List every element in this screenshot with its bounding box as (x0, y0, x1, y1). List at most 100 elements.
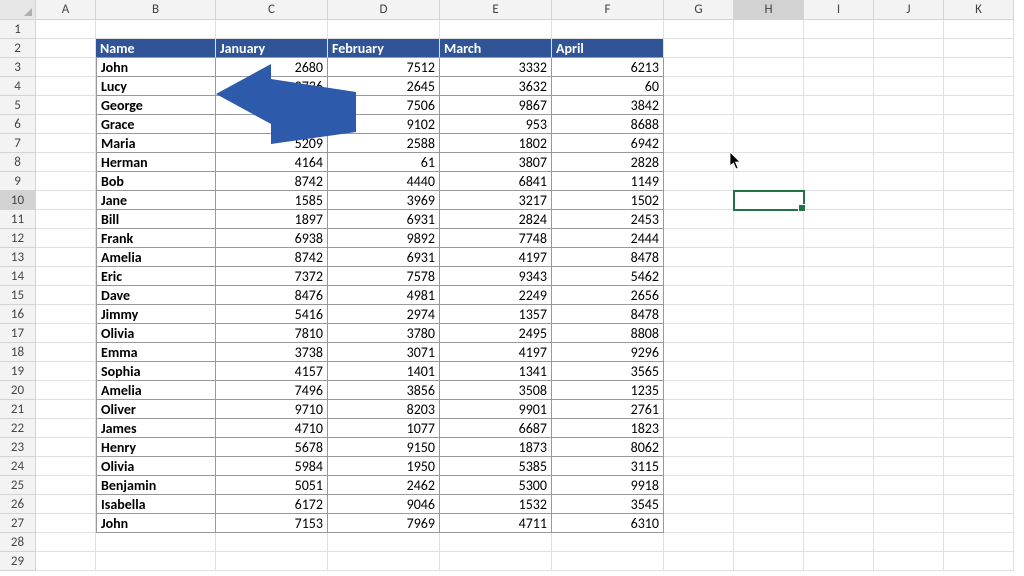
cell-I23[interactable] (804, 438, 874, 457)
table-value-cell[interactable]: 4440 (328, 172, 440, 191)
table-value-cell[interactable]: 9343 (440, 267, 552, 286)
cell-J16[interactable] (874, 305, 944, 324)
cell-A22[interactable] (36, 419, 96, 438)
table-value-cell[interactable]: 1950 (328, 457, 440, 476)
row-header-10[interactable]: 10 (0, 191, 36, 210)
cell-A10[interactable] (36, 191, 96, 210)
cell-K4[interactable] (944, 77, 1014, 96)
table-value-cell[interactable]: 3071 (328, 343, 440, 362)
cell-J1[interactable] (874, 20, 944, 39)
table-value-cell[interactable]: 6841 (440, 172, 552, 191)
cell-K14[interactable] (944, 267, 1014, 286)
cell-H8[interactable] (734, 153, 804, 172)
cell-F1[interactable] (552, 20, 664, 39)
table-value-cell[interactable]: 6938 (216, 229, 328, 248)
table-name-cell[interactable]: Frank (96, 229, 216, 248)
cell-I28[interactable] (804, 533, 874, 552)
row-header-18[interactable]: 18 (0, 343, 36, 362)
table-value-cell[interactable]: 5300 (440, 476, 552, 495)
cell-G23[interactable] (664, 438, 734, 457)
row-header-3[interactable]: 3 (0, 58, 36, 77)
col-header-J[interactable]: J (874, 0, 944, 20)
table-value-cell[interactable]: 9296 (552, 343, 664, 362)
cell-J22[interactable] (874, 419, 944, 438)
table-value-cell[interactable]: 7578 (328, 267, 440, 286)
table-value-cell[interactable]: 8742 (216, 172, 328, 191)
cell-K13[interactable] (944, 248, 1014, 267)
table-value-cell[interactable]: 5385 (440, 457, 552, 476)
cell-J24[interactable] (874, 457, 944, 476)
table-value-cell[interactable]: 3565 (552, 362, 664, 381)
cell-A9[interactable] (36, 172, 96, 191)
table-value-cell[interactable]: 2495 (440, 324, 552, 343)
cell-G21[interactable] (664, 400, 734, 419)
cell-K10[interactable] (944, 191, 1014, 210)
table-name-cell[interactable]: Herman (96, 153, 216, 172)
cell-C29[interactable] (216, 552, 328, 571)
cell-J12[interactable] (874, 229, 944, 248)
table-value-cell[interactable]: 2824 (440, 210, 552, 229)
cell-A12[interactable] (36, 229, 96, 248)
cell-A24[interactable] (36, 457, 96, 476)
cell-A21[interactable] (36, 400, 96, 419)
cell-A4[interactable] (36, 77, 96, 96)
cell-I5[interactable] (804, 96, 874, 115)
table-value-cell[interactable]: 1077 (328, 419, 440, 438)
table-value-cell[interactable]: 3738 (216, 343, 328, 362)
table-name-cell[interactable]: George (96, 96, 216, 115)
cell-A11[interactable] (36, 210, 96, 229)
cell-G11[interactable] (664, 210, 734, 229)
cell-J2[interactable] (874, 39, 944, 58)
col-header-F[interactable]: F (552, 0, 664, 20)
table-value-cell[interactable]: 6687 (440, 419, 552, 438)
table-header-january[interactable]: January (216, 39, 328, 58)
table-name-cell[interactable]: Bill (96, 210, 216, 229)
cell-K3[interactable] (944, 58, 1014, 77)
cell-G9[interactable] (664, 172, 734, 191)
table-value-cell[interactable]: 2974 (328, 305, 440, 324)
table-value-cell[interactable]: 6931 (328, 248, 440, 267)
row-header-20[interactable]: 20 (0, 381, 36, 400)
cell-K22[interactable] (944, 419, 1014, 438)
table-value-cell[interactable]: 7496 (216, 381, 328, 400)
cell-J26[interactable] (874, 495, 944, 514)
cell-G24[interactable] (664, 457, 734, 476)
table-value-cell[interactable]: 5051 (216, 476, 328, 495)
cell-H22[interactable] (734, 419, 804, 438)
table-value-cell[interactable]: 3856 (328, 381, 440, 400)
row-header-2[interactable]: 2 (0, 39, 36, 58)
table-value-cell[interactable]: 2656 (552, 286, 664, 305)
table-value-cell[interactable]: 1401 (328, 362, 440, 381)
table-value-cell[interactable]: 7506 (328, 96, 440, 115)
row-header-22[interactable]: 22 (0, 419, 36, 438)
cell-G1[interactable] (664, 20, 734, 39)
table-value-cell[interactable]: 3632 (440, 77, 552, 96)
table-value-cell[interactable]: 8203 (328, 400, 440, 419)
cell-J9[interactable] (874, 172, 944, 191)
cell-J13[interactable] (874, 248, 944, 267)
cell-J27[interactable] (874, 514, 944, 533)
row-header-21[interactable]: 21 (0, 400, 36, 419)
cell-H10[interactable] (734, 191, 804, 210)
cell-K11[interactable] (944, 210, 1014, 229)
table-header-march[interactable]: March (440, 39, 552, 58)
cell-J4[interactable] (874, 77, 944, 96)
table-name-cell[interactable]: Dave (96, 286, 216, 305)
cell-H15[interactable] (734, 286, 804, 305)
cell-K8[interactable] (944, 153, 1014, 172)
cell-J6[interactable] (874, 115, 944, 134)
grid-area[interactable]: NameJanuaryFebruaryMarchAprilJohn2680751… (36, 20, 1014, 571)
cell-I16[interactable] (804, 305, 874, 324)
cell-I29[interactable] (804, 552, 874, 571)
cell-A5[interactable] (36, 96, 96, 115)
col-header-K[interactable]: K (944, 0, 1014, 20)
row-header-19[interactable]: 19 (0, 362, 36, 381)
table-name-cell[interactable]: Olivia (96, 324, 216, 343)
cell-K26[interactable] (944, 495, 1014, 514)
table-value-cell[interactable]: 4710 (216, 419, 328, 438)
cell-J17[interactable] (874, 324, 944, 343)
table-name-cell[interactable]: Lucy (96, 77, 216, 96)
cell-K19[interactable] (944, 362, 1014, 381)
cell-I25[interactable] (804, 476, 874, 495)
table-value-cell[interactable]: 953 (440, 115, 552, 134)
